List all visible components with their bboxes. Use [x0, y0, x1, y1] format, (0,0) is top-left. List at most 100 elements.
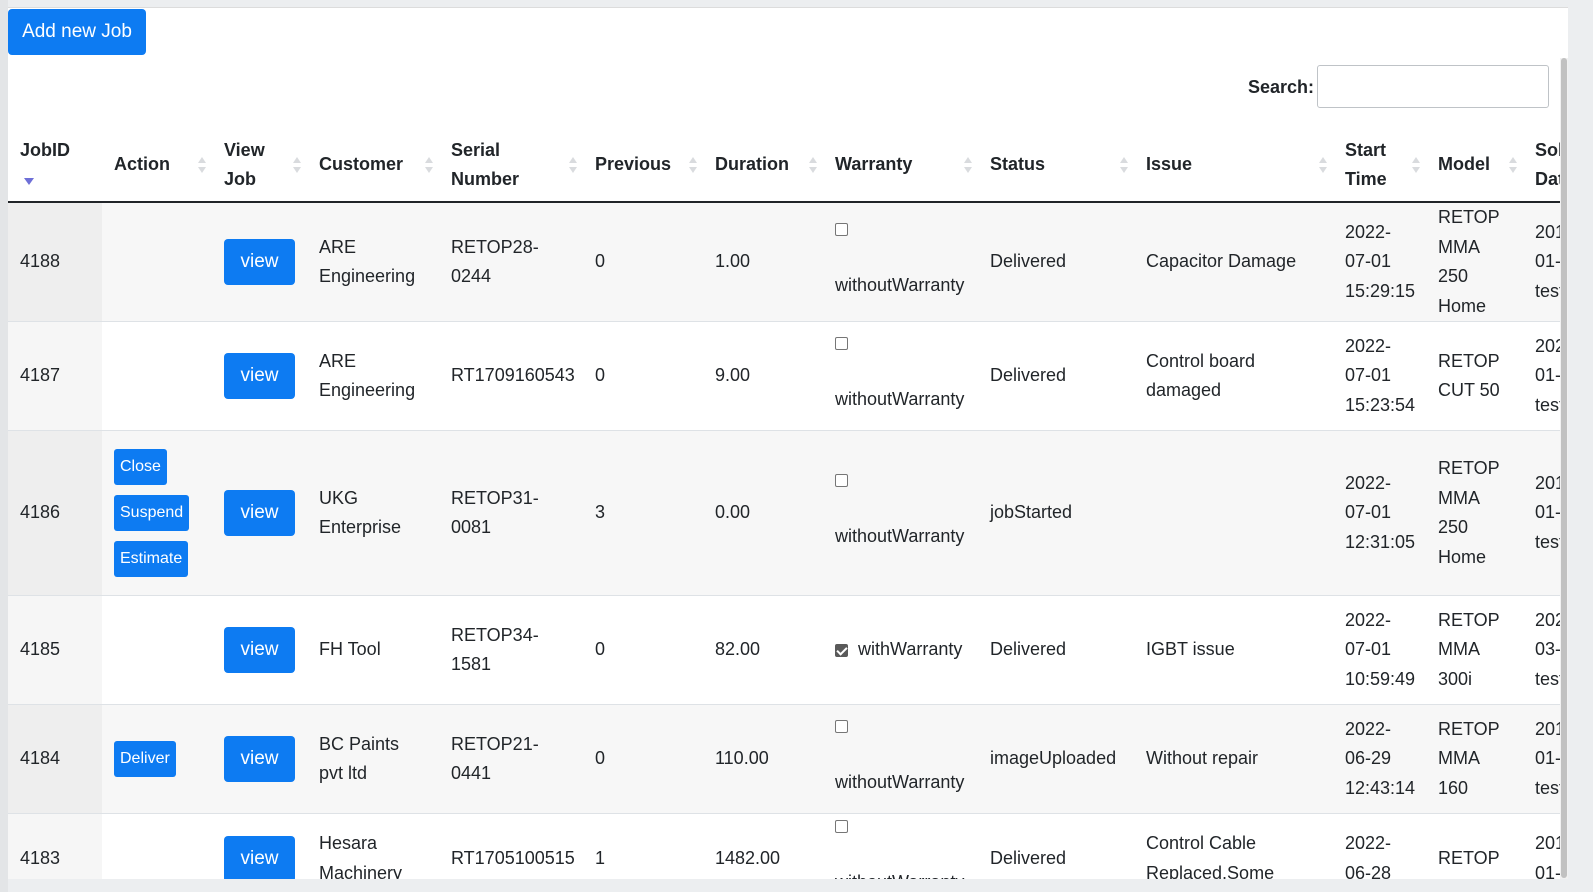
- cell-warranty: withoutWarranty: [823, 321, 978, 431]
- cell-jobid: 4186: [8, 430, 102, 596]
- sort-icon: [425, 155, 433, 175]
- deliver-button[interactable]: Deliver: [114, 741, 176, 777]
- cell-customer: Hesara Machinery: [307, 813, 439, 879]
- cell-duration: 0.00: [703, 430, 823, 596]
- cell-status: imageUploaded: [978, 704, 1134, 814]
- close-button[interactable]: Close: [114, 449, 167, 485]
- cell-view-job: view: [212, 595, 307, 705]
- column-header-previous[interactable]: Previous: [583, 128, 703, 203]
- vertical-scrollbar[interactable]: [1560, 58, 1568, 879]
- cell-issue: [1134, 430, 1333, 596]
- suspend-button[interactable]: Suspend: [114, 495, 190, 531]
- cell-model: RETOP CUT 50: [1426, 321, 1523, 431]
- add-new-job-button[interactable]: Add new Job: [8, 9, 146, 55]
- cell-issue: IGBT issue: [1134, 595, 1333, 705]
- column-header-action[interactable]: Action: [102, 128, 212, 203]
- cell-view-job: view: [212, 704, 307, 814]
- cell-issue: Capacitor Damage: [1134, 201, 1333, 322]
- warranty-checkbox[interactable]: [835, 223, 848, 237]
- column-header-start-time[interactable]: Start Time: [1333, 128, 1426, 203]
- warranty-checkbox[interactable]: [835, 720, 848, 734]
- cell-status: Delivered: [978, 321, 1134, 431]
- cell-view-job: view: [212, 430, 307, 596]
- cell-model: RETOP MMA 300i: [1426, 595, 1523, 705]
- cell-action: Close Suspend Estimate: [102, 430, 212, 596]
- warranty-text: withWarranty: [858, 639, 963, 660]
- sort-icon: [689, 155, 697, 175]
- column-header-model[interactable]: Model: [1426, 128, 1523, 203]
- scrollbar-thumb[interactable]: [1561, 58, 1567, 878]
- table-row: 4184 Deliver view BC Paints pvt ltd RETOP21-…: [8, 704, 1568, 814]
- sort-icon: [1412, 155, 1420, 175]
- cell-status: Delivered: [978, 595, 1134, 705]
- cell-view-job: view: [212, 321, 307, 431]
- cell-warranty: withWarranty: [823, 595, 978, 705]
- column-header-warranty[interactable]: Warranty: [823, 128, 978, 203]
- view-job-button[interactable]: view: [224, 490, 295, 536]
- search-input[interactable]: [1317, 65, 1549, 108]
- cell-previous: 3: [583, 430, 703, 596]
- sort-icon: [198, 155, 206, 175]
- sort-icon: [809, 155, 817, 175]
- view-job-button[interactable]: view: [224, 627, 295, 673]
- view-job-button[interactable]: view: [224, 736, 295, 782]
- search-label: Search:: [1248, 77, 1315, 97]
- sort-icon: [964, 155, 972, 175]
- jobs-page: Add new Job Search: JobID Action View Jo…: [8, 7, 1568, 879]
- cell-duration: 1.00: [703, 201, 823, 322]
- warranty-text: withoutWarranty: [835, 389, 965, 410]
- cell-jobid: 4185: [8, 595, 102, 705]
- cell-serial-number: RT1709160543: [439, 321, 583, 431]
- cell-jobid: 4187: [8, 321, 102, 431]
- sort-icon: [569, 155, 577, 175]
- view-job-button[interactable]: view: [224, 239, 295, 285]
- view-job-button[interactable]: view: [224, 353, 295, 399]
- cell-warranty: withoutWarranty: [823, 813, 978, 879]
- column-header-issue[interactable]: Issue: [1134, 128, 1333, 203]
- column-header-customer[interactable]: Customer: [307, 128, 439, 203]
- cell-previous: 0: [583, 321, 703, 431]
- warranty-checkbox[interactable]: [835, 644, 848, 657]
- cell-customer: FH Tool: [307, 595, 439, 705]
- cell-action: [102, 813, 212, 879]
- warranty-checkbox[interactable]: [835, 337, 848, 351]
- table-row: 4185 view FH Tool RETOP34-1581 0 82.00 withWa…: [8, 595, 1568, 705]
- cell-previous: 1: [583, 813, 703, 879]
- cell-warranty: withoutWarranty: [823, 430, 978, 596]
- cell-duration: 82.00: [703, 595, 823, 705]
- cell-status: Delivered: [978, 201, 1134, 322]
- warranty-text: withoutWarranty: [835, 275, 965, 296]
- jobs-table: JobID Action View Job Customer Serial Nu…: [8, 128, 1568, 879]
- cell-issue: Without repair: [1134, 704, 1333, 814]
- cell-serial-number: RT1705100515: [439, 813, 583, 879]
- table-row: 4187 view ARE Engineering RT1709160543 0 9.00…: [8, 321, 1568, 431]
- cell-status: Delivered: [978, 813, 1134, 879]
- cell-start-time: 2022-06-28: [1333, 813, 1426, 879]
- cell-warranty: withoutWarranty: [823, 201, 978, 322]
- cell-model: RETOP MMA 160: [1426, 704, 1523, 814]
- cell-customer: ARE Engineering: [307, 321, 439, 431]
- warranty-checkbox[interactable]: [835, 820, 848, 833]
- cell-action: Deliver: [102, 704, 212, 814]
- cell-jobid: 4184: [8, 704, 102, 814]
- warranty-text: withoutWarranty: [835, 872, 964, 879]
- table-body: 4188 view ARE Engineering RETOP28-0244 0 1.00…: [8, 201, 1568, 879]
- column-header-view-job[interactable]: View Job: [212, 128, 307, 203]
- cell-start-time: 2022-06-29 12:43:14: [1333, 704, 1426, 814]
- column-header-jobid[interactable]: JobID: [8, 128, 102, 203]
- cell-start-time: 2022-07-01 15:23:54: [1333, 321, 1426, 431]
- cell-action: [102, 321, 212, 431]
- column-header-status[interactable]: Status: [978, 128, 1134, 203]
- cell-customer: ARE Engineering: [307, 201, 439, 322]
- warranty-checkbox[interactable]: [835, 474, 848, 488]
- view-job-button[interactable]: view: [224, 835, 295, 879]
- column-header-serial-number[interactable]: Serial Number: [439, 128, 583, 203]
- page-gutter: [0, 0, 8, 892]
- sort-icon: [1509, 155, 1517, 175]
- cell-status: jobStarted: [978, 430, 1134, 596]
- cell-jobid: 4183: [8, 813, 102, 879]
- column-header-duration[interactable]: Duration: [703, 128, 823, 203]
- estimate-button[interactable]: Estimate: [114, 541, 189, 577]
- cell-serial-number: RETOP31-0081: [439, 430, 583, 596]
- cell-view-job: view: [212, 813, 307, 879]
